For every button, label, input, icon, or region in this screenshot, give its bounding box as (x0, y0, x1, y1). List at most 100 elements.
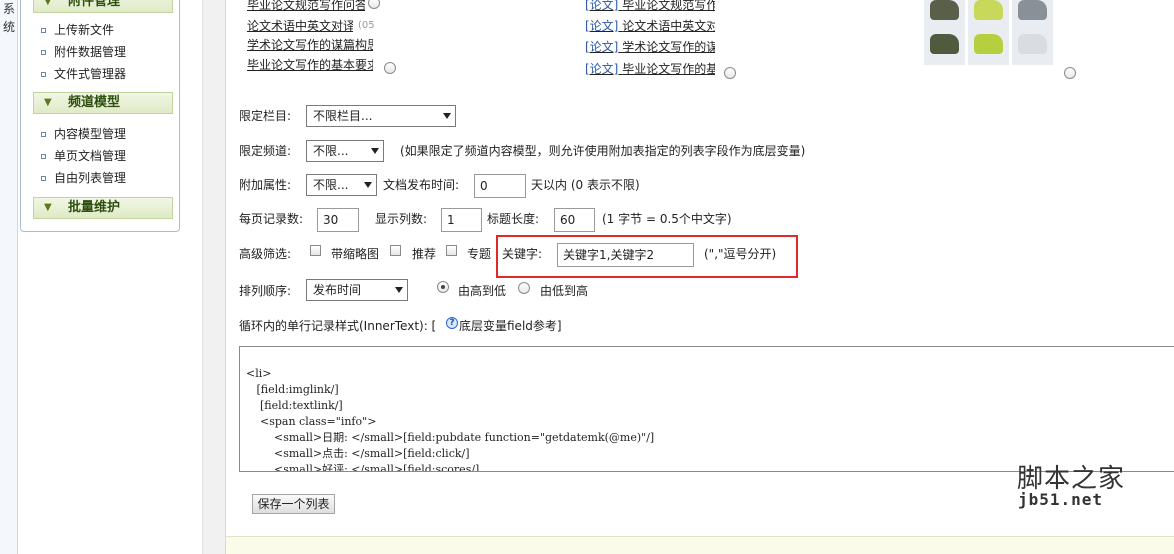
code-line: <small>好评: </small>[field:scores/] (246, 463, 480, 472)
preview-link[interactable]: [论文] 毕业论文写作的基本 (585, 62, 715, 76)
titlelen-label: 标题长度: (487, 212, 540, 226)
thumb-checkbox[interactable] (310, 245, 321, 256)
sidebar-item-label: 附件数据管理 (54, 45, 127, 59)
sidebar-item-label: 内容模型管理 (54, 127, 127, 141)
preview-link[interactable]: 论文术语中英文对译 (247, 19, 353, 33)
sidebar: ▼ 附件管理 上传新文件 附件数据管理 文件式管理器 ▼ 频道模型 内容模型管理… (20, 0, 180, 232)
sidebar-section-label: 附件管理 (68, 0, 121, 9)
attr-select[interactable]: 不限... (306, 174, 377, 196)
code-line: [field:imglink/] (246, 383, 339, 396)
vertical-tab[interactable]: 系统 (0, 0, 18, 554)
dropdown-arrow-icon (395, 287, 403, 293)
thumbnail-image (1012, 0, 1053, 31)
topic-checkbox-label: 专题 (467, 247, 492, 261)
code-line: <span class="info"> (246, 415, 377, 428)
footer-strip (226, 536, 1174, 554)
dropdown-arrow-icon (371, 148, 379, 154)
order-label: 排列顺序: (239, 284, 292, 298)
sidebar-section-attachments[interactable]: ▼ 附件管理 (33, 0, 173, 13)
preview-date: (05 (358, 20, 375, 31)
pubtime-label: 文档发布时间: (383, 178, 460, 192)
info-icon: ? (446, 317, 458, 329)
style-radio-1[interactable] (384, 62, 396, 74)
chevron-down-icon: ▼ (44, 97, 52, 108)
sidebar-item-label: 自由列表管理 (54, 171, 127, 185)
channel-select[interactable]: 不限... (306, 140, 384, 162)
bullet-icon (41, 154, 46, 159)
column-label: 限定栏目: (239, 109, 292, 123)
topic-checkbox[interactable] (446, 245, 457, 256)
thumbnail-image (1012, 28, 1053, 65)
sidebar-item-content-model[interactable]: 内容模型管理 (41, 124, 126, 144)
order-desc-radio[interactable] (437, 281, 449, 293)
order-select[interactable]: 发布时间 (306, 279, 408, 301)
pubtime-input[interactable]: 0 (474, 174, 526, 198)
style-radio-2[interactable] (724, 67, 736, 79)
recommend-checkbox-label: 推荐 (412, 247, 437, 261)
cols-label: 显示列数: (375, 212, 428, 226)
channel-note: (如果限定了频道内容模型，则允许使用附加表指定的列表字段作为底层变量) (400, 144, 806, 158)
bullet-icon (41, 72, 46, 77)
titlelen-input[interactable]: 60 (554, 208, 595, 232)
preview-link[interactable]: [论文] 学术论文写作的谋篇 (585, 40, 715, 54)
preview-link[interactable]: 毕业论文规范写作问答 (247, 0, 365, 12)
field-reference-link[interactable]: 底层变量field参考] (459, 317, 562, 335)
code-line: [field:textlink/] (246, 399, 343, 412)
frame-splitter[interactable] (202, 0, 226, 554)
style-radio-1[interactable] (368, 0, 380, 9)
perpage-label: 每页记录数: (239, 212, 304, 226)
adv-filter-label: 高级筛选: (239, 247, 292, 261)
keyword-note: (","逗号分开) (704, 247, 777, 261)
cols-input[interactable]: 1 (441, 208, 482, 232)
keyword-label: 关键字: (502, 247, 543, 261)
preview-link[interactable]: 学术论文写作的谋篇构思 (247, 38, 373, 52)
recommend-checkbox[interactable] (390, 245, 401, 256)
code-line: <small>日期: </small>[field:pubdate functi… (246, 431, 655, 444)
sidebar-item-file-manager[interactable]: 文件式管理器 (41, 64, 126, 84)
titlelen-note: (1 字节 = 0.5个中文字) (602, 212, 732, 226)
sidebar-item-label: 文件式管理器 (54, 67, 127, 81)
sidebar-item-label: 上传新文件 (54, 23, 115, 37)
code-line: <li> (246, 367, 272, 380)
sidebar-item-attachment-data[interactable]: 附件数据管理 (41, 42, 126, 62)
pubtime-unit: 天以内 (0 表示不限) (531, 178, 640, 192)
sidebar-item-free-list[interactable]: 自由列表管理 (41, 168, 126, 188)
order-desc-label: 由高到低 (458, 284, 507, 298)
thumbnail-image (968, 28, 1009, 65)
keyword-input[interactable]: 关键字1,关键字2 (557, 243, 694, 267)
channel-label: 限定频道: (239, 144, 292, 158)
dropdown-arrow-icon (443, 113, 451, 119)
thumbnail-image (924, 28, 965, 65)
perpage-input[interactable]: 30 (317, 208, 359, 232)
bullet-icon (41, 176, 46, 181)
bullet-icon (41, 28, 46, 33)
save-list-button[interactable]: 保存一个列表 (252, 494, 335, 514)
thumb-checkbox-label: 带缩略图 (331, 247, 380, 261)
column-select[interactable]: 不限栏目... (306, 105, 456, 127)
watermark-url: jb51.net (1018, 490, 1104, 509)
dropdown-arrow-icon (364, 182, 372, 188)
bullet-icon (41, 50, 46, 55)
thumbnail-image (968, 0, 1009, 31)
sidebar-item-single-page[interactable]: 单页文档管理 (41, 146, 126, 166)
innertext-textarea[interactable]: <li> [field:imglink/] [field:textlink/] … (239, 346, 1174, 472)
sidebar-item-upload[interactable]: 上传新文件 (41, 20, 114, 40)
style-radio-3[interactable] (1064, 67, 1076, 79)
sidebar-section-label: 频道模型 (68, 95, 121, 110)
code-line: <small>点击: </small>[field:click/] (246, 447, 470, 460)
sidebar-item-label: 单页文档管理 (54, 149, 127, 163)
chevron-down-icon: ▼ (44, 202, 52, 213)
vertical-tab-label: 系统 (3, 2, 16, 34)
preview-link[interactable]: 毕业论文写作的基本要求 (247, 58, 373, 72)
preview-link[interactable]: [论文] 毕业论文规范写作问 (585, 0, 715, 12)
attr-label: 附加属性: (239, 178, 292, 192)
thumbnail-image (924, 0, 965, 31)
order-asc-radio[interactable] (518, 282, 530, 294)
sidebar-section-channel-model[interactable]: ▼ 频道模型 (33, 92, 173, 114)
chevron-down-icon: ▼ (44, 0, 52, 7)
sidebar-section-label: 批量维护 (68, 200, 121, 215)
order-asc-label: 由低到高 (540, 284, 589, 298)
sidebar-section-batch[interactable]: ▼ 批量维护 (33, 197, 173, 219)
innertext-label: 循环内的单行记录样式(InnerText): [ (239, 319, 437, 333)
preview-link[interactable]: [论文] 论文术语中英文对译 (585, 19, 715, 33)
